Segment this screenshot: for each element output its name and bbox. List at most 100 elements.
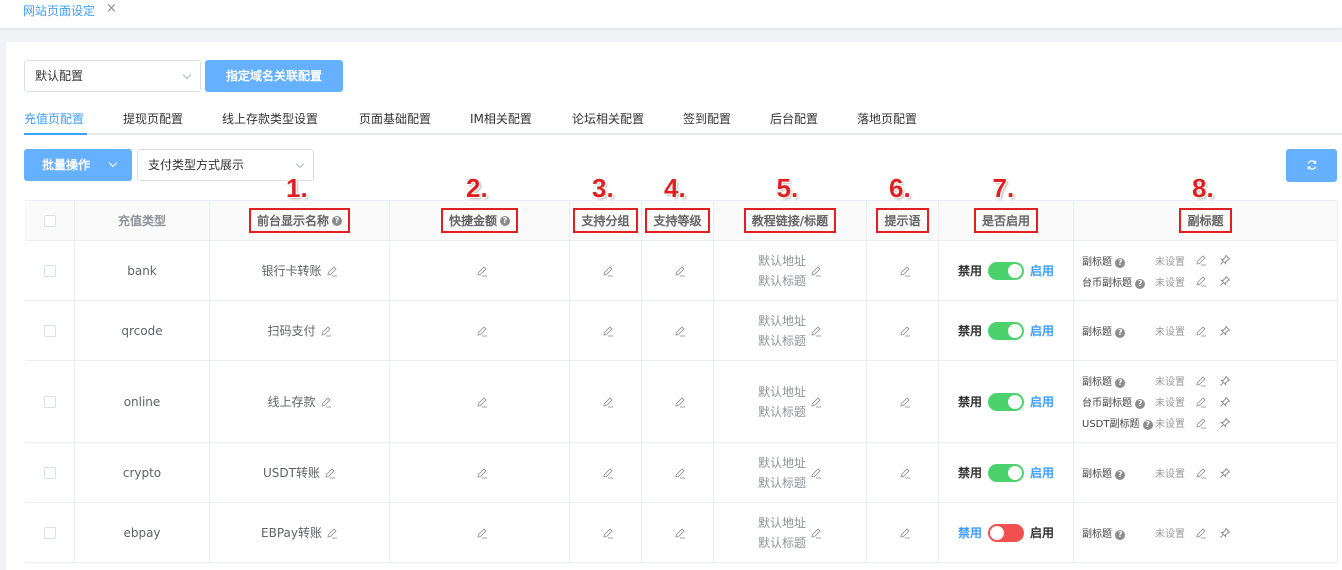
pencil-icon[interactable] <box>476 396 488 408</box>
pencil-icon[interactable] <box>1195 375 1207 387</box>
recharge-type: online <box>123 394 161 409</box>
enable-toggle[interactable] <box>988 523 1024 542</box>
domain-config-button[interactable]: 指定域名关联配置 <box>205 60 343 92</box>
enable-label: 启用 <box>1030 466 1055 480</box>
pencil-icon[interactable] <box>674 396 686 408</box>
chevron-down-icon <box>295 159 305 169</box>
tab-forum[interactable]: 论坛相关配置 <box>572 110 644 127</box>
pencil-icon[interactable] <box>602 396 614 408</box>
header-label-group: 支持分组 <box>581 214 630 228</box>
toggle-knob <box>1008 323 1022 338</box>
pencil-icon[interactable] <box>1195 275 1207 287</box>
tab-page-basic[interactable]: 页面基础配置 <box>359 110 431 127</box>
cell-enabled: 禁用 启用 <box>939 503 1074 563</box>
row-checkbox[interactable] <box>43 526 56 539</box>
pencil-icon[interactable] <box>1195 325 1207 337</box>
pencil-icon[interactable] <box>476 467 488 479</box>
row-checkbox-cell <box>25 301 75 361</box>
row-checkbox[interactable] <box>43 264 56 277</box>
batch-operation-button[interactable]: 批量操作 <box>24 149 132 181</box>
close-icon[interactable]: × <box>106 1 117 16</box>
pencil-icon[interactable] <box>810 527 822 539</box>
pin-icon[interactable] <box>1219 396 1231 408</box>
pencil-icon[interactable] <box>320 396 332 408</box>
question-circle-icon[interactable]: ? <box>1135 399 1146 409</box>
enable-toggle[interactable] <box>988 261 1024 280</box>
pin-icon[interactable] <box>1219 375 1231 387</box>
pencil-icon[interactable] <box>810 467 822 479</box>
enable-toggle[interactable] <box>988 463 1024 482</box>
cell-display_name: EBPay转账 <box>210 503 390 563</box>
refresh-button[interactable] <box>1286 149 1337 182</box>
tab-landing[interactable]: 落地页配置 <box>857 110 917 127</box>
pencil-icon[interactable] <box>602 265 614 277</box>
question-circle-icon[interactable]: ? <box>332 215 342 226</box>
question-circle-icon[interactable]: ? <box>1115 530 1126 540</box>
tab-recharge[interactable]: 充值页配置 <box>24 110 84 127</box>
subtitle-unset: 未设置 <box>1155 529 1185 540</box>
pencil-icon[interactable] <box>899 396 911 408</box>
pencil-icon[interactable] <box>899 527 911 539</box>
question-circle-icon[interactable]: ? <box>1115 378 1126 388</box>
pencil-icon[interactable] <box>1195 527 1207 539</box>
pencil-icon[interactable] <box>1195 254 1207 266</box>
cell-hint <box>867 503 939 563</box>
pencil-icon[interactable] <box>1195 417 1207 429</box>
header-level: 支持等级 <box>642 201 714 241</box>
row-checkbox[interactable] <box>43 395 56 408</box>
pencil-icon[interactable] <box>602 467 614 479</box>
row-checkbox[interactable] <box>43 466 56 479</box>
pencil-icon[interactable] <box>602 527 614 539</box>
pencil-icon[interactable] <box>602 325 614 337</box>
pencil-icon[interactable] <box>899 265 911 277</box>
pencil-icon[interactable] <box>674 527 686 539</box>
pencil-icon[interactable] <box>476 527 488 539</box>
pencil-icon[interactable] <box>674 467 686 479</box>
subtitle-list: 副标题 ? 未设置 <box>1082 443 1332 502</box>
pencil-icon[interactable] <box>810 396 822 408</box>
page-tab-title[interactable]: 网站页面设定 <box>23 2 95 19</box>
tab-admin[interactable]: 后台配置 <box>770 110 818 127</box>
tutorial-defaults: 默认地址 默认标题 <box>758 453 806 493</box>
enable-toggle[interactable] <box>988 392 1024 411</box>
question-circle-icon[interactable]: ? <box>1115 328 1126 338</box>
pin-icon[interactable] <box>1219 254 1231 266</box>
pin-icon[interactable] <box>1219 527 1231 539</box>
pencil-icon[interactable] <box>899 467 911 479</box>
pencil-icon[interactable] <box>476 265 488 277</box>
pencil-icon[interactable] <box>326 265 338 277</box>
tab-online-deposit[interactable]: 线上存款类型设置 <box>222 110 318 127</box>
pencil-icon[interactable] <box>674 265 686 277</box>
pencil-icon[interactable] <box>324 467 336 479</box>
pencil-icon[interactable] <box>326 527 338 539</box>
cell-type: bank <box>75 241 210 301</box>
pencil-icon[interactable] <box>320 325 332 337</box>
pencil-icon[interactable] <box>476 325 488 337</box>
question-circle-icon[interactable]: ? <box>1142 420 1153 430</box>
question-circle-icon[interactable]: ? <box>500 215 510 226</box>
question-circle-icon[interactable]: ? <box>1135 278 1146 289</box>
pin-icon[interactable] <box>1219 275 1231 287</box>
config-select[interactable]: 默认配置 <box>24 60 201 92</box>
tab-withdraw[interactable]: 提现页配置 <box>123 110 183 127</box>
question-circle-icon[interactable]: ? <box>1115 470 1126 480</box>
pencil-icon[interactable] <box>810 325 822 337</box>
pencil-icon[interactable] <box>899 325 911 337</box>
pencil-icon[interactable] <box>1195 467 1207 479</box>
cell-tutorial: 默认地址 默认标题 <box>714 361 867 443</box>
pin-icon[interactable] <box>1219 467 1231 479</box>
table-grid: 充值类型 1. 前台显示名称? 2. 快捷金额? 3. 支持分组 4. 支持等级 5. 教程链接/标… <box>24 175 1338 563</box>
pencil-icon[interactable] <box>674 325 686 337</box>
pin-icon[interactable] <box>1219 325 1231 337</box>
tab-im[interactable]: IM相关配置 <box>470 110 532 127</box>
select-all-checkbox[interactable] <box>43 214 56 227</box>
pin-icon[interactable] <box>1219 417 1231 429</box>
enable-toggle[interactable] <box>988 321 1024 340</box>
question-circle-icon[interactable]: ? <box>1115 257 1126 268</box>
row-checkbox[interactable] <box>43 324 56 337</box>
row-checkbox-cell <box>25 503 75 563</box>
pencil-icon[interactable] <box>1195 396 1207 408</box>
subtitle-label: USDT副标题 ? <box>1082 415 1153 430</box>
tab-checkin[interactable]: 签到配置 <box>683 110 731 127</box>
pencil-icon[interactable] <box>810 265 822 277</box>
